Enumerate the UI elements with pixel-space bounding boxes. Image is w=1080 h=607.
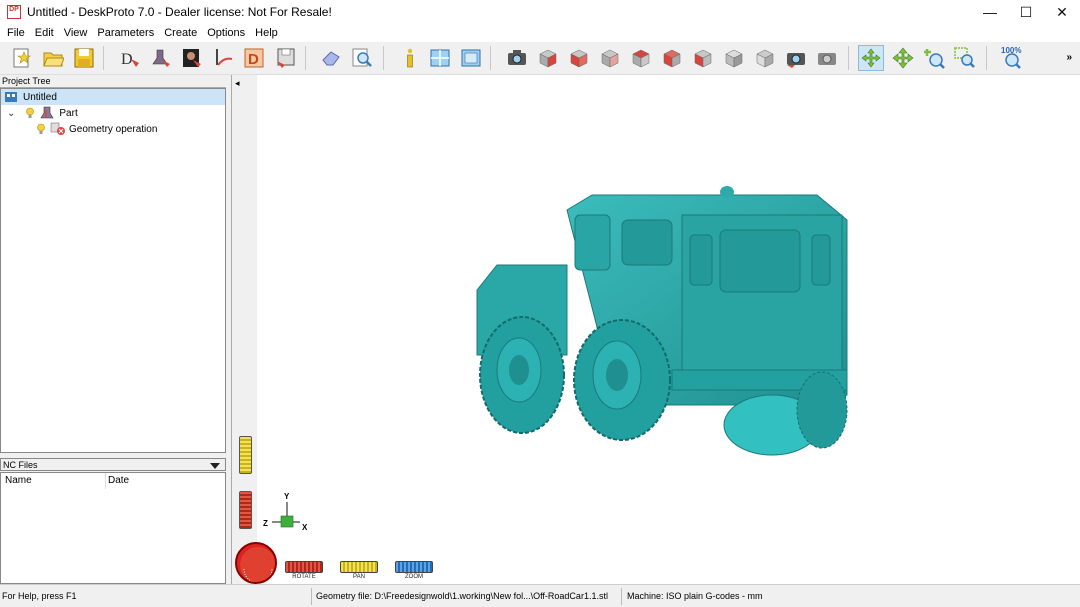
- menu-parameters[interactable]: Parameters: [92, 27, 159, 39]
- project-icon: [5, 92, 17, 102]
- camera-reset-icon[interactable]: [814, 45, 840, 71]
- project-tree: Untitled ⌄ Part Geometry operation: [0, 88, 226, 453]
- part-wizard-icon[interactable]: [148, 45, 174, 71]
- menu-edit[interactable]: Edit: [30, 27, 59, 39]
- preview-icon[interactable]: [349, 45, 375, 71]
- status-bar: For Help, press F1 Geometry file: D:\Fre…: [0, 584, 1080, 607]
- left-panel: Project Tree Untitled ⌄ Part Geometry op…: [0, 75, 226, 584]
- project-tree-header: Project Tree: [0, 75, 226, 88]
- axis-triad: Y Z X: [263, 492, 308, 532]
- zoom-slider-label: ZOOM: [405, 574, 423, 580]
- nc-files-title: NC Files: [3, 460, 38, 470]
- title-bar: DP Untitled - DeskProto 7.0 - Dealer lic…: [0, 0, 1080, 24]
- save-project-icon[interactable]: [71, 45, 97, 71]
- close-button[interactable]: ✕: [1044, 0, 1080, 24]
- part-icon: [40, 106, 54, 119]
- chevron-down-icon[interactable]: ⌄: [7, 108, 15, 119]
- wizard-icon[interactable]: D: [117, 45, 143, 71]
- tree-item-untitled[interactable]: Untitled: [1, 89, 225, 105]
- menu-view[interactable]: View: [59, 27, 93, 39]
- viewport-3d[interactable]: ◂ ROTATE PAN ZOOM Y Z X: [231, 75, 1080, 584]
- zoom-horizontal-slider[interactable]: [395, 561, 433, 573]
- info-icon[interactable]: [397, 45, 423, 71]
- toolbar-overflow-button[interactable]: »: [1066, 52, 1072, 63]
- iso-view-2-icon[interactable]: [752, 45, 778, 71]
- d-icon[interactable]: D: [241, 45, 267, 71]
- iso-view-icon[interactable]: [721, 45, 747, 71]
- menu-file[interactable]: File: [2, 27, 30, 39]
- rotate-horizontal-slider[interactable]: [285, 561, 323, 573]
- camera-rotate-icon[interactable]: [783, 45, 809, 71]
- column-header-name[interactable]: Name: [5, 475, 32, 486]
- status-machine: Machine: ISO plain G-codes - mm: [627, 591, 763, 601]
- rotate-vertical-slider[interactable]: [239, 491, 252, 529]
- pan-tool-icon[interactable]: [890, 45, 916, 71]
- pan-slider-label: PAN: [353, 574, 365, 580]
- rotate-tool-icon[interactable]: [858, 45, 884, 71]
- layout-icon[interactable]: [427, 45, 453, 71]
- rotate-dial[interactable]: [235, 542, 277, 584]
- top-view-icon[interactable]: [659, 45, 685, 71]
- front-view-icon[interactable]: [535, 45, 561, 71]
- lightbulb-icon: [26, 107, 35, 118]
- axis-x-label: X: [302, 523, 308, 532]
- column-header-date[interactable]: Date: [108, 475, 129, 486]
- zoom-vertical-slider[interactable]: [239, 436, 252, 474]
- menu-create[interactable]: Create: [159, 27, 202, 39]
- vector-wizard-icon[interactable]: [210, 45, 236, 71]
- status-geometry-file: Geometry file: D:\Freedesignwold\1.worki…: [316, 591, 608, 601]
- dropdown-arrow-icon: [210, 463, 220, 469]
- svg-text:D: D: [248, 51, 259, 68]
- collapse-panel-arrow[interactable]: ◂: [235, 78, 240, 89]
- axis-y-label: Y: [284, 492, 290, 501]
- image-wizard-icon[interactable]: [179, 45, 205, 71]
- status-help: For Help, press F1: [2, 591, 77, 601]
- tree-item-geometry-operation[interactable]: Geometry operation: [1, 121, 157, 137]
- menu-help[interactable]: Help: [250, 27, 283, 39]
- tree-item-label: Untitled: [23, 91, 57, 103]
- svg-text:D: D: [121, 51, 133, 68]
- rotate-slider-label: ROTATE: [292, 574, 316, 580]
- operation-error-icon: [50, 122, 65, 135]
- zoom-tool-icon[interactable]: [921, 45, 947, 71]
- screen-icon[interactable]: [458, 45, 484, 71]
- camera-icon[interactable]: [504, 45, 530, 71]
- lightbulb-icon: [37, 123, 45, 134]
- tree-item-label: Geometry operation: [69, 123, 158, 135]
- menu-options[interactable]: Options: [202, 27, 250, 39]
- eraser-icon[interactable]: [318, 45, 344, 71]
- nc-files-header[interactable]: NC Files: [0, 458, 226, 471]
- pan-horizontal-slider[interactable]: [340, 561, 378, 573]
- nc-files-list: Name Date: [0, 472, 226, 584]
- save-as-icon[interactable]: [272, 45, 298, 71]
- menu-bar: File Edit View Parameters Create Options…: [0, 24, 1080, 42]
- minimize-button[interactable]: —: [972, 0, 1008, 24]
- main-toolbar: D D 100% »: [0, 42, 1080, 75]
- zoom-100-icon[interactable]: 100%: [1000, 45, 1026, 71]
- new-project-icon[interactable]: [9, 45, 35, 71]
- maximize-button[interactable]: ☐: [1008, 0, 1044, 24]
- car-3d-model: [476, 186, 848, 456]
- axis-z-label: Z: [263, 519, 268, 528]
- tree-item-label: Part: [59, 107, 78, 119]
- left-view-icon[interactable]: [597, 45, 623, 71]
- window-title: Untitled - DeskProto 7.0 - Dealer licens…: [27, 5, 332, 19]
- open-project-icon[interactable]: [40, 45, 66, 71]
- tree-item-part[interactable]: ⌄ Part: [1, 105, 78, 121]
- zoom-window-icon[interactable]: [952, 45, 978, 71]
- bottom-view-icon[interactable]: [690, 45, 716, 71]
- app-icon: DP: [7, 5, 21, 19]
- back-view-icon[interactable]: [566, 45, 592, 71]
- right-view-icon[interactable]: [628, 45, 654, 71]
